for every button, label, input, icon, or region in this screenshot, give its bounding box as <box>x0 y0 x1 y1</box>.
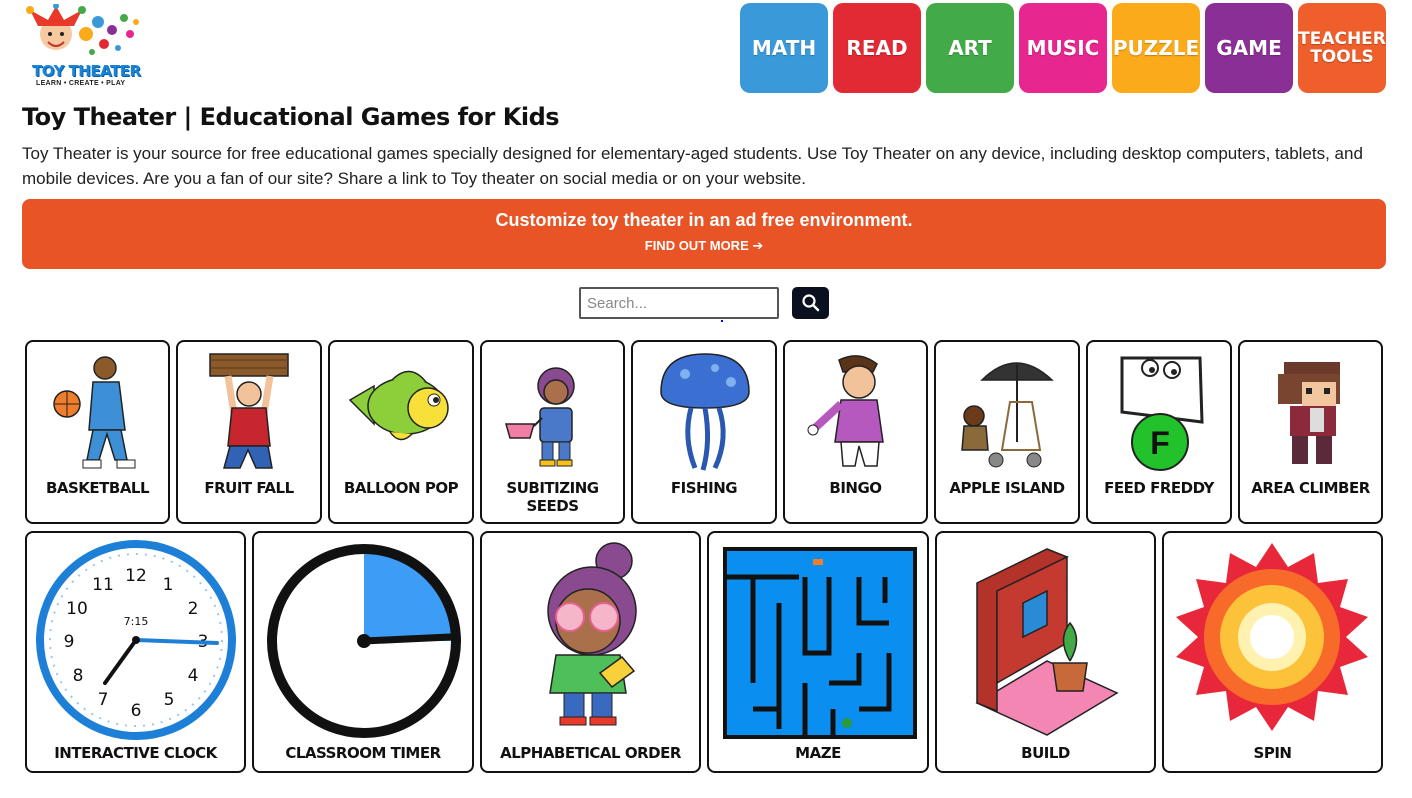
game-card-feed-freddy[interactable]: F FEED FREDDY <box>1086 340 1232 524</box>
game-label: FRUIT FALL <box>204 479 294 497</box>
game-card-alphabetical-order[interactable]: ALPHABETICAL ORDER <box>480 531 701 773</box>
game-label: BUILD <box>1021 744 1070 762</box>
basketball-player-icon <box>53 356 136 469</box>
game-card-fruit-fall[interactable]: FRUIT FALL <box>176 340 322 524</box>
game-label: APPLE ISLAND <box>949 479 1065 497</box>
fish-icon <box>348 370 449 441</box>
clock-number: 9 <box>64 632 75 652</box>
search-input[interactable] <box>579 287 779 319</box>
nav-read-button[interactable]: READ <box>833 3 921 93</box>
game-card-maze[interactable]: MAZE <box>707 531 929 773</box>
nav-puzzle-button[interactable]: PUZZLE <box>1112 3 1200 93</box>
search-button[interactable] <box>792 287 829 319</box>
game-card-area-climber[interactable]: AREA CLIMBER <box>1238 340 1383 524</box>
game-label: INTERACTIVE CLOCK <box>54 744 217 762</box>
game-card-spin[interactable]: SPIN <box>1162 531 1383 773</box>
nav-art-button[interactable]: ART <box>926 3 1014 93</box>
game-label: FISHING <box>670 479 738 497</box>
nav-math-button[interactable]: MATH <box>740 3 828 93</box>
game-label: BASKETBALL <box>45 479 150 497</box>
farmer-with-basket-icon <box>209 353 289 469</box>
clock-number: 7 <box>98 690 109 710</box>
game-label: FEED FREDDY <box>1104 479 1214 497</box>
search-icon <box>801 294 819 312</box>
clock-face-icon: 12 1 2 3 4 5 6 7 8 9 10 11 7:15 <box>36 540 236 740</box>
loading-dot <box>721 320 723 322</box>
game-card-fishing[interactable]: FISHING <box>631 340 777 524</box>
clock-number: 2 <box>188 599 199 619</box>
clock-number: 11 <box>92 575 114 595</box>
game-card-apple-island[interactable]: APPLE ISLAND <box>934 340 1080 524</box>
game-card-interactive-clock[interactable]: 12 1 2 3 4 5 6 7 8 9 10 11 7:15 INTERACT… <box>25 531 246 773</box>
page-title: Toy Theater | Educational Games for Kids <box>22 103 560 131</box>
game-card-balloon-pop[interactable]: BALLOON POP <box>328 340 474 524</box>
jester-icon <box>26 3 139 55</box>
game-label: AREA CLIMBER <box>1251 479 1370 497</box>
pixel-climber-icon <box>1278 362 1340 464</box>
girl-with-glasses-icon <box>547 542 637 726</box>
game-card-build[interactable]: BUILD <box>935 531 1156 773</box>
gardener-girl-icon <box>505 367 575 467</box>
digital-time: 7:15 <box>124 615 149 628</box>
clock-number: 8 <box>73 666 84 686</box>
find-out-more-link[interactable]: FIND OUT MORE ➔ <box>22 238 1386 254</box>
game-label: SUBITIZING SEEDS <box>506 479 599 515</box>
game-label: CLASSROOM TIMER <box>285 744 441 762</box>
nav-music-button[interactable]: MUSIC <box>1019 3 1107 93</box>
game-label: MAZE <box>795 744 841 762</box>
intro-text: Toy Theater is your source for free educ… <box>22 144 1363 188</box>
freddy-character-icon: F <box>1120 356 1204 471</box>
logo-tagline: LEARN • CREATE • PLAY <box>36 80 126 87</box>
clock-number: 1 <box>163 575 174 595</box>
freddy-letter: F <box>1150 425 1170 461</box>
game-label: SPIN <box>1253 744 1292 762</box>
logo-name: TOY THEATER <box>32 62 141 80</box>
bingo-host-icon <box>807 355 884 467</box>
maze-icon <box>723 547 917 739</box>
clock-number: 5 <box>164 690 175 710</box>
clock-number: 4 <box>188 666 199 686</box>
clock-number: 6 <box>131 701 142 721</box>
spin-burst-icon <box>1176 543 1368 731</box>
game-card-bingo[interactable]: BINGO <box>783 340 928 524</box>
game-label: BALLOON POP <box>343 479 459 497</box>
banner-title: Customize toy theater in an ad free envi… <box>495 210 913 230</box>
timer-icon <box>267 544 461 738</box>
clock-number: 12 <box>125 566 147 586</box>
brick-wall-icon <box>975 548 1119 736</box>
nav-teacher-tools-button[interactable]: TEACHER TOOLS <box>1298 3 1386 93</box>
game-label: BINGO <box>829 479 882 497</box>
umbrella-explorer-icon <box>961 362 1054 468</box>
ad-free-banner[interactable]: Customize toy theater in an ad free envi… <box>22 199 1386 269</box>
clock-number: 10 <box>66 599 88 619</box>
toy-theater-logo[interactable]: TOY THEATER LEARN • CREATE • PLAY <box>26 3 144 90</box>
game-card-basketball[interactable]: BASKETBALL <box>25 340 170 524</box>
game-card-classroom-timer[interactable]: CLASSROOM TIMER <box>252 531 474 773</box>
nav-game-button[interactable]: GAME <box>1205 3 1293 93</box>
category-nav: MATH READ ART MUSIC PUZZLE GAME TEACHER … <box>740 3 1386 93</box>
jellyfish-icon <box>660 353 750 471</box>
game-card-subitizing-seeds[interactable]: SUBITIZING SEEDS <box>480 340 625 524</box>
game-label: ALPHABETICAL ORDER <box>500 744 681 762</box>
